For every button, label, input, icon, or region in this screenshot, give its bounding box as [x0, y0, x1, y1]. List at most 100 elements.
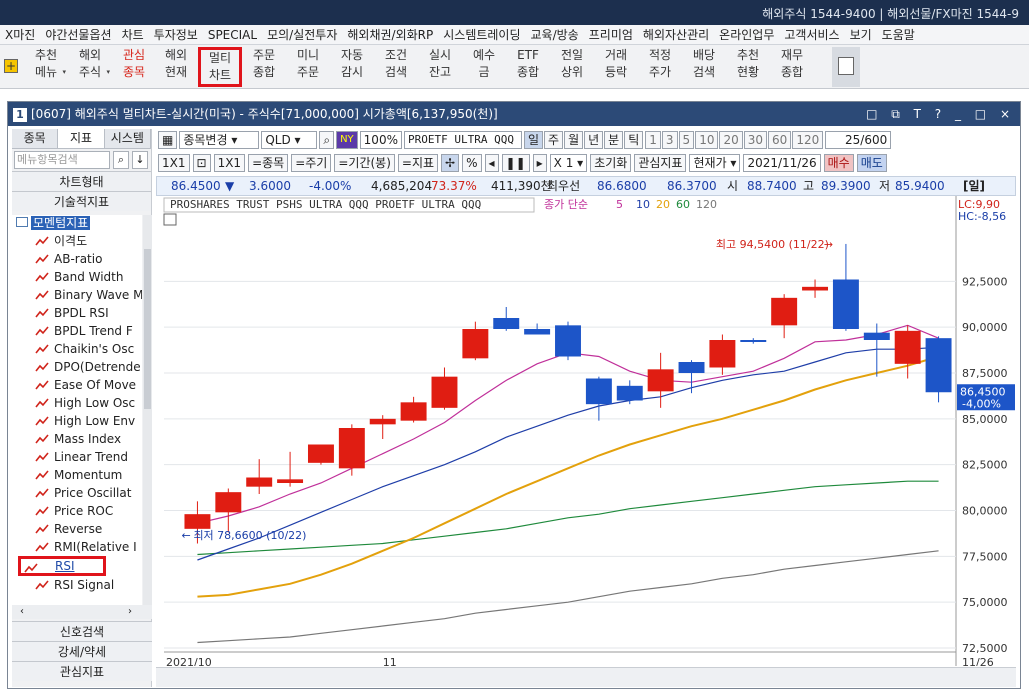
- tree-item[interactable]: Band Width: [12, 268, 142, 286]
- interval-button[interactable]: 10: [695, 131, 719, 149]
- interval-button[interactable]: 5: [678, 131, 695, 149]
- tree-item[interactable]: Momentum: [12, 466, 142, 484]
- toolbar-button[interactable]: ETF 종합: [506, 47, 550, 87]
- window-controls[interactable]: □ ⧉ T ? _ □ ×: [866, 102, 1015, 126]
- layout-1x1-button[interactable]: 1X1: [158, 154, 190, 172]
- interval-button[interactable]: 120: [792, 131, 824, 149]
- menu-item[interactable]: X마진: [0, 26, 40, 43]
- scroll-right-icon[interactable]: ›: [128, 605, 132, 619]
- next-icon[interactable]: ▸: [532, 154, 547, 172]
- interval-button[interactable]: 20: [719, 131, 743, 149]
- period-button[interactable]: 틱: [624, 131, 644, 149]
- tree-item[interactable]: Binary Wave M: [12, 286, 142, 304]
- menu-item[interactable]: 차트: [117, 26, 149, 43]
- tree-item[interactable]: Linear Trend: [12, 448, 142, 466]
- menu-item[interactable]: 모의/실전투자: [262, 26, 342, 43]
- tree-item[interactable]: Mass Index: [12, 430, 142, 448]
- symbol-input[interactable]: QLD ▾: [261, 131, 318, 149]
- toolbar-button[interactable]: 추천 현황: [726, 47, 770, 87]
- tree-item[interactable]: Chaikin's Osc: [12, 340, 142, 358]
- toolbar-button[interactable]: 주문 종합: [242, 47, 286, 87]
- menu-item[interactable]: 고객서비스: [779, 26, 844, 43]
- toolbar-button[interactable]: 전일 상위: [550, 47, 594, 87]
- sync-period-button[interactable]: =주기: [291, 154, 332, 172]
- technical-indicator-button[interactable]: 기술적지표: [12, 191, 151, 211]
- menu-item[interactable]: 해외자산관리: [638, 26, 714, 43]
- interval-button[interactable]: 3: [661, 131, 678, 149]
- toolbar-button[interactable]: 예수 금: [462, 47, 506, 87]
- toolbar-button[interactable]: 적정 주가: [638, 47, 682, 87]
- tree-item[interactable]: BPDL RSI: [12, 304, 142, 322]
- tree-item[interactable]: Ease Of Move: [12, 376, 142, 394]
- layout-grid-icon[interactable]: ⊡: [192, 154, 211, 172]
- menu-item[interactable]: SPECIAL: [203, 28, 262, 42]
- interval-button[interactable]: 30: [743, 131, 768, 149]
- search-icon[interactable]: ⌕: [319, 131, 335, 149]
- interest-indicator-button[interactable]: 관심지표: [12, 661, 152, 681]
- chart-mode[interactable]: [일]: [963, 177, 985, 195]
- toolbar-button[interactable]: 거래 등락: [594, 47, 638, 87]
- tree-item[interactable]: RMI(Relative I: [12, 538, 142, 556]
- reset-button[interactable]: 초기화: [590, 154, 632, 172]
- toolbar-button[interactable]: 해외 주식 ▾: [68, 47, 112, 87]
- sync-stock-button[interactable]: =종목: [248, 154, 289, 172]
- menu-search-input[interactable]: 메뉴항목검색: [14, 151, 110, 169]
- tree-item[interactable]: Reverse: [12, 520, 142, 538]
- toolbar-button[interactable]: 실시 잔고: [418, 47, 462, 87]
- scroll-thumb[interactable]: [144, 249, 151, 409]
- tree-item[interactable]: DPO(Detrende: [12, 358, 142, 376]
- toolbar-button[interactable]: 조건 검색: [374, 47, 418, 87]
- chart-svg[interactable]: PROSHARES TRUST PSHS ULTRA QQQ PROETF UL…: [156, 196, 1016, 666]
- menu-item[interactable]: 보기: [845, 26, 877, 43]
- toolbar-button[interactable]: 관심 종목: [112, 47, 156, 87]
- sync-range-button[interactable]: =기간(봉): [334, 154, 395, 172]
- arrow-down-icon[interactable]: ↓: [132, 151, 148, 169]
- toolbar-button[interactable]: 멀티 차트: [198, 47, 242, 87]
- period-button[interactable]: 주: [544, 131, 564, 149]
- interval-button[interactable]: 60: [768, 131, 792, 149]
- tree-item[interactable]: BPDL Trend F: [12, 322, 142, 340]
- tree-item[interactable]: RSI: [18, 556, 106, 576]
- interest-indicator-toolbar-button[interactable]: 관심지표: [634, 154, 687, 172]
- period-button[interactable]: 일: [523, 131, 544, 149]
- grid-icon[interactable]: ▦: [158, 131, 178, 149]
- tree-root-momentum[interactable]: 모멘텀지표: [12, 215, 142, 232]
- toolbar-button[interactable]: 미니 주문: [286, 47, 330, 87]
- percent-field[interactable]: 100%: [359, 131, 402, 149]
- menu-item[interactable]: 프리미엄: [584, 26, 638, 43]
- scroll-left-icon[interactable]: ‹: [20, 606, 24, 617]
- chart-type-button[interactable]: 차트형태: [12, 171, 151, 191]
- tab-stock[interactable]: 종목: [12, 129, 59, 148]
- buy-button[interactable]: 매수: [823, 154, 854, 172]
- price-chart[interactable]: PROSHARES TRUST PSHS ULTRA QQQ PROETF UL…: [156, 196, 1016, 666]
- tree-horizontal-scrollbar[interactable]: ‹ ›: [12, 605, 152, 619]
- tab-system[interactable]: 시스템: [104, 129, 151, 148]
- tab-indicator[interactable]: 지표: [58, 129, 105, 148]
- period-button[interactable]: 년: [584, 131, 604, 149]
- percent-icon[interactable]: %: [462, 154, 482, 172]
- strength-button[interactable]: 강세/약세: [12, 641, 152, 661]
- toolbar-plus-icon[interactable]: +: [0, 47, 22, 87]
- menu-item[interactable]: 온라인업무: [714, 26, 779, 43]
- toolbar-button[interactable]: 추천 메뉴 ▾: [24, 47, 68, 87]
- toolbar-button[interactable]: 자동 감시: [330, 47, 374, 87]
- menu-item[interactable]: 야간선물옵션: [40, 26, 116, 43]
- menu-item[interactable]: 교육/방송: [526, 26, 584, 43]
- menu-item[interactable]: 시스템트레이딩: [438, 26, 525, 43]
- menu-item[interactable]: 도움말: [877, 26, 920, 43]
- tree-item[interactable]: RSI Signal: [12, 576, 142, 594]
- toolbar-button[interactable]: 해외 현재: [154, 47, 198, 87]
- tree-vertical-scrollbar[interactable]: [143, 215, 152, 605]
- sell-button[interactable]: 매도: [856, 154, 887, 172]
- menu-item[interactable]: 투자정보: [149, 26, 203, 43]
- toolbar-settings-icon[interactable]: [832, 47, 860, 87]
- stock-change-select[interactable]: 종목변경 ▾: [179, 131, 260, 149]
- menu-item[interactable]: 해외채권/외화RP: [342, 26, 438, 43]
- multiplier-select[interactable]: X 1 ▾: [549, 154, 588, 172]
- period-button[interactable]: 분: [604, 131, 624, 149]
- search-icon[interactable]: ⌕: [113, 151, 129, 169]
- tree-item[interactable]: AB-ratio: [12, 250, 142, 268]
- bar-count[interactable]: 25/600: [825, 131, 892, 149]
- chart-scrollbar[interactable]: [156, 667, 1016, 687]
- toolbar-button[interactable]: 재무 종합: [770, 47, 814, 87]
